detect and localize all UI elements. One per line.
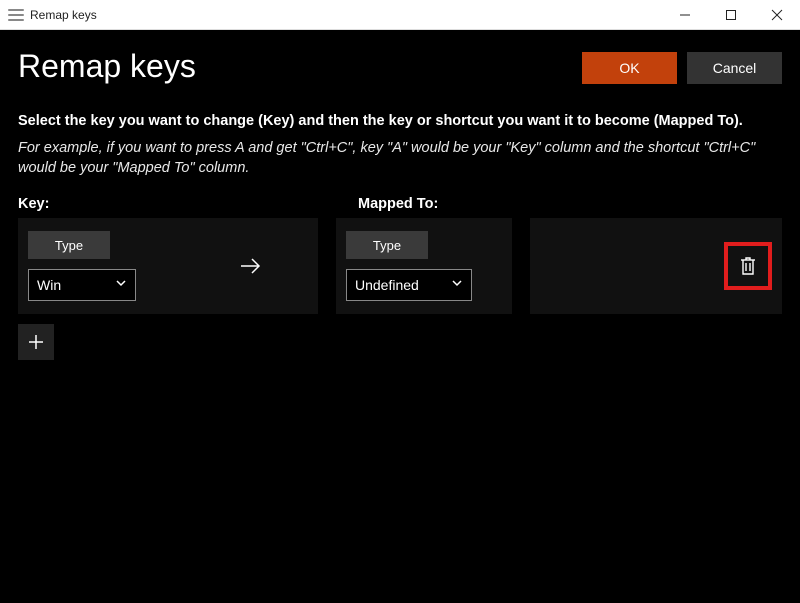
ok-button[interactable]: OK: [582, 52, 677, 84]
type-key-button[interactable]: Type: [28, 231, 110, 259]
maximize-icon: [725, 9, 737, 21]
window-controls: [662, 0, 800, 30]
close-icon: [771, 9, 783, 21]
arrow-right-icon: [238, 218, 264, 314]
titlebar: Remap keys: [0, 0, 800, 30]
example-text: For example, if you want to press A and …: [18, 139, 778, 178]
header-buttons: OK Cancel: [582, 52, 782, 84]
key-column: Type Win: [28, 231, 136, 301]
app-body: Remap keys OK Cancel Select the key you …: [0, 30, 800, 603]
mapped-select-value: Undefined: [355, 277, 419, 293]
mapping-row: Type Win Type Undefined: [18, 218, 782, 314]
mapped-column-label: Mapped To:: [358, 196, 438, 212]
trash-panel: [530, 218, 782, 314]
column-labels: Key: Mapped To:: [18, 196, 782, 212]
app-icon: [8, 9, 24, 21]
trash-icon: [738, 255, 758, 277]
add-row-button[interactable]: [18, 324, 54, 360]
key-select-value: Win: [37, 277, 61, 293]
key-column-label: Key:: [18, 196, 358, 212]
minimize-icon: [679, 9, 691, 21]
mapped-column: Type Undefined: [346, 231, 472, 301]
page-title: Remap keys: [18, 48, 196, 85]
mapped-panel: Type Undefined: [336, 218, 512, 314]
instruction-text: Select the key you want to change (Key) …: [18, 113, 782, 129]
plus-icon: [27, 333, 45, 351]
close-button[interactable]: [754, 0, 800, 30]
maximize-button[interactable]: [708, 0, 754, 30]
cancel-button[interactable]: Cancel: [687, 52, 782, 84]
header-row: Remap keys OK Cancel: [18, 48, 782, 85]
mapped-select[interactable]: Undefined: [346, 269, 472, 301]
window-title: Remap keys: [30, 8, 97, 22]
chevron-down-icon: [115, 276, 127, 294]
key-panel: Type Win: [18, 218, 318, 314]
delete-row-button[interactable]: [724, 242, 772, 290]
minimize-button[interactable]: [662, 0, 708, 30]
chevron-down-icon: [451, 276, 463, 294]
type-mapped-button[interactable]: Type: [346, 231, 428, 259]
key-select[interactable]: Win: [28, 269, 136, 301]
